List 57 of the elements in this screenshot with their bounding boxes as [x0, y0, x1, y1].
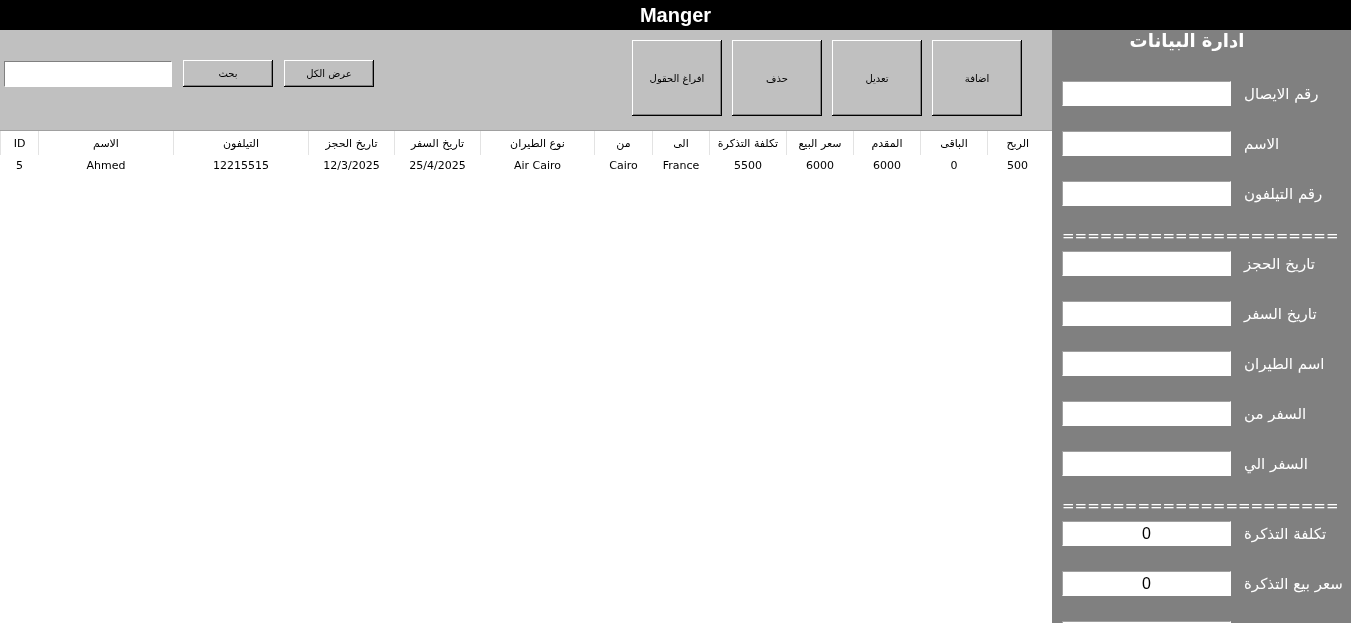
column-header: سعر البيع — [786, 131, 854, 155]
text-field[interactable] — [1062, 181, 1231, 206]
column-header: المقدم — [853, 131, 921, 155]
field-label: تاريخ السفر — [1244, 304, 1317, 323]
text-field[interactable] — [1062, 251, 1231, 276]
text-field[interactable]: 0 — [1062, 521, 1231, 546]
text-field[interactable] — [1062, 81, 1231, 106]
text-field[interactable] — [1062, 401, 1231, 426]
separator-line: ====================== — [1062, 231, 1339, 241]
text-field[interactable]: 0 — [1062, 571, 1231, 596]
table-cell: Air Cairo — [480, 155, 595, 175]
table-cell: 12215515 — [173, 155, 309, 175]
column-header: الاسم — [38, 131, 174, 155]
field-label: السفر من — [1244, 404, 1307, 423]
search-field[interactable] — [4, 60, 172, 87]
text-field[interactable] — [1062, 301, 1231, 326]
panel-title: ادارة البيانات — [1129, 30, 1245, 51]
action-button[interactable]: حذف — [732, 40, 822, 116]
field-label: سعر بيع التذكرة — [1244, 574, 1343, 593]
column-header: من — [594, 131, 653, 155]
field-label: تكلفة التذكرة — [1244, 524, 1327, 543]
field-label: الاسم — [1244, 134, 1280, 153]
field-label: رقم الايصال — [1244, 84, 1319, 103]
table-cell: 6000 — [786, 155, 854, 175]
field-label: تاريخ الحجز — [1244, 254, 1315, 273]
field-label: السفر الي — [1244, 454, 1308, 473]
column-header: الباقى — [920, 131, 988, 155]
table-cell: 6000 — [853, 155, 921, 175]
table-cell: France — [652, 155, 710, 175]
text-field[interactable] — [1062, 451, 1231, 476]
table-cell: 5 — [0, 155, 39, 175]
action-button[interactable]: اضافة — [932, 40, 1022, 116]
table-cell: 500 — [987, 155, 1048, 175]
window-title: Manger — [639, 3, 712, 27]
table-cell: 25/4/2025 — [394, 155, 481, 175]
column-header: تاريخ الحجز — [308, 131, 395, 155]
action-button[interactable]: تعديل — [832, 40, 922, 116]
column-header: تكلفة التذكرة — [709, 131, 787, 155]
action-button[interactable]: افراغ الحقول — [632, 40, 722, 116]
table-cell: Ahmed — [38, 155, 174, 175]
action-button[interactable]: عرض الكل — [284, 60, 374, 87]
column-header: الربح — [987, 131, 1048, 155]
column-header: تاريخ السفر — [394, 131, 481, 155]
column-header: الى — [652, 131, 710, 155]
table-cell: 0 — [920, 155, 988, 175]
field-label: رقم التيلفون — [1244, 184, 1323, 203]
separator-line: ====================== — [1062, 501, 1339, 511]
column-header: ID — [0, 131, 39, 155]
table-cell: 5500 — [709, 155, 787, 175]
column-header: نوع الطيران — [480, 131, 595, 155]
table-cell: 12/3/2025 — [308, 155, 395, 175]
text-field[interactable] — [1062, 131, 1231, 156]
action-button[interactable]: بحث — [183, 60, 273, 87]
field-label: اسم الطيران — [1244, 354, 1325, 373]
table-cell: Cairo — [594, 155, 653, 175]
column-header: التيلفون — [173, 131, 309, 155]
text-field[interactable] — [1062, 351, 1231, 376]
